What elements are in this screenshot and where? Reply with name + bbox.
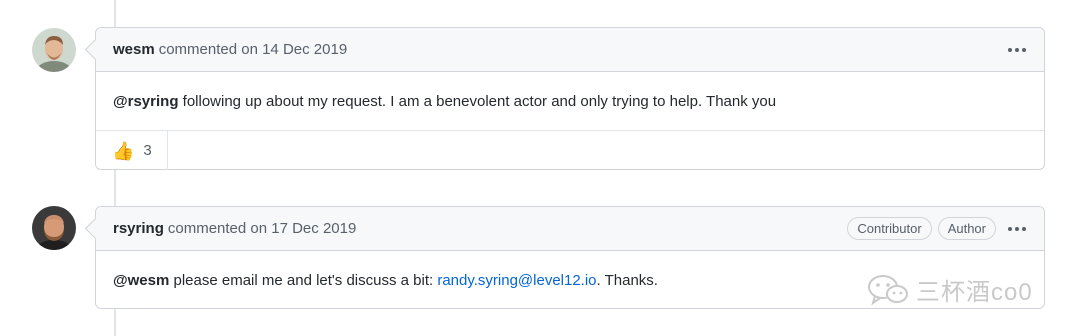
thumbs-up-reaction-button[interactable]: 👍 3: [96, 131, 168, 170]
author-badge: Author: [937, 217, 996, 240]
contributor-badge: Contributor: [847, 217, 932, 240]
comment-author[interactable]: wesm: [113, 41, 155, 58]
email-link[interactable]: randy.syring@level12.io: [437, 272, 596, 289]
comment-header: wesm commented on 14 Dec 2019: [96, 28, 1044, 72]
comment-text: following up about my request. I am a be…: [178, 92, 777, 110]
more-options-icon[interactable]: [1004, 219, 1030, 239]
comment-text-end: . Thanks.: [596, 271, 658, 289]
user-mention[interactable]: @rsyring: [113, 93, 178, 110]
avatar[interactable]: [32, 28, 76, 72]
comment-author[interactable]: rsyring: [113, 220, 164, 237]
reactions-bar: 👍 3: [96, 130, 1044, 170]
comment-timestamp[interactable]: commented on 14 Dec 2019: [159, 41, 347, 58]
watermark-text: 三杯酒co0: [916, 279, 1033, 306]
comment-card: wesm commented on 14 Dec 2019 @rsyring f…: [95, 27, 1045, 170]
user-mention[interactable]: @wesm: [113, 272, 169, 289]
comment-header: rsyring commented on 17 Dec 2019 Contrib…: [96, 207, 1044, 251]
comment-timestamp[interactable]: commented on 17 Dec 2019: [168, 220, 356, 237]
comment-body: @rsyring following up about my request. …: [96, 72, 1044, 130]
wechat-icon: [868, 274, 908, 305]
more-options-icon[interactable]: [1004, 40, 1030, 60]
comment-text: please email me and let's discuss a bit:: [169, 271, 438, 289]
reaction-count: 3: [143, 142, 152, 159]
thumbs-up-icon: 👍: [112, 140, 135, 161]
watermark: 三杯酒co0: [866, 272, 1033, 307]
avatar[interactable]: [32, 206, 76, 250]
